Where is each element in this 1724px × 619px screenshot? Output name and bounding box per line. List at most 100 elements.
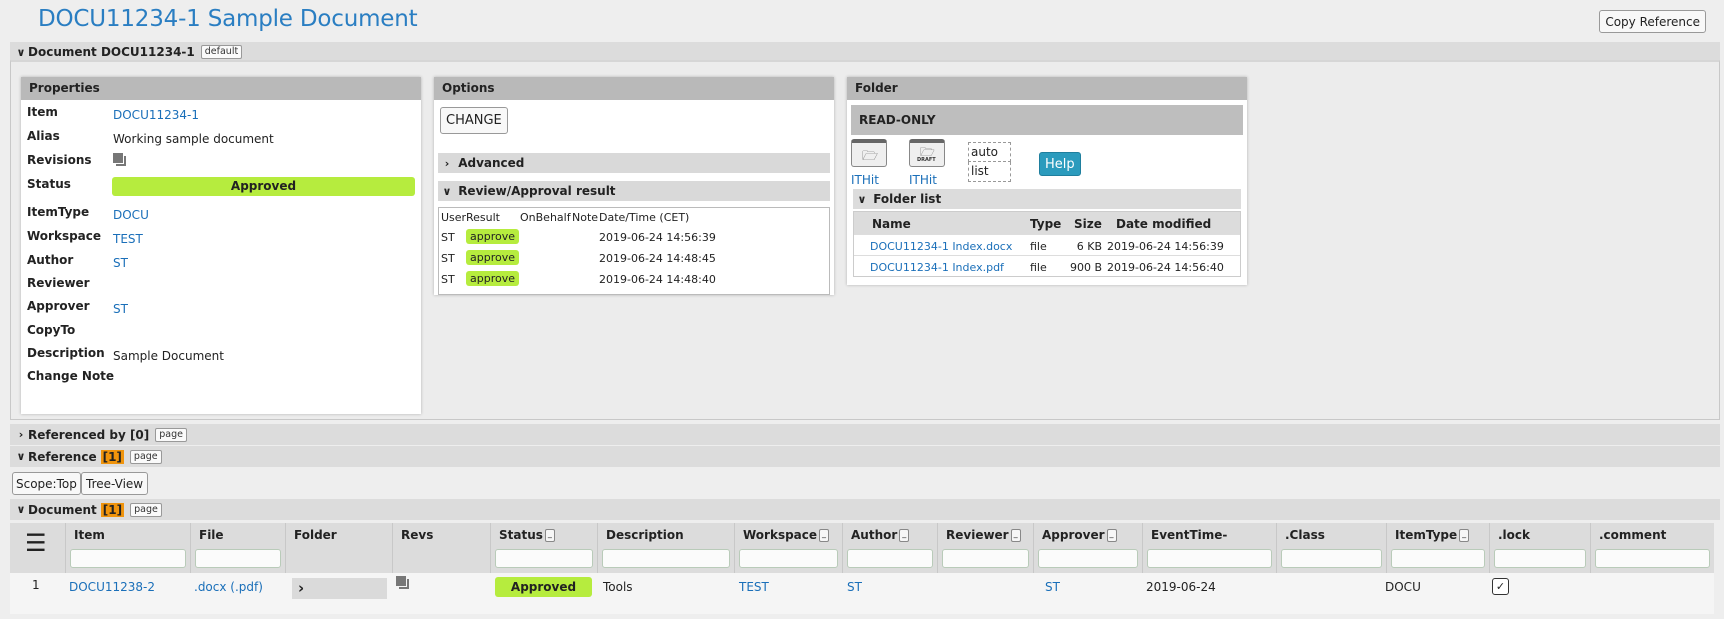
filter-input-approver[interactable] — [1038, 549, 1138, 568]
referenced-by-page-button[interactable]: page — [155, 427, 187, 442]
chevron-down-icon: ∨ — [857, 193, 867, 206]
row-eventtime: 2019-06-24 — [1146, 580, 1216, 594]
filter-input-comment[interactable] — [1595, 549, 1710, 568]
filter-input-author[interactable] — [847, 549, 933, 568]
draft-folder-button[interactable]: 🗁 DRAFT — [909, 139, 945, 167]
column-header-lock[interactable]: .lock — [1489, 523, 1590, 573]
column-header-comment[interactable]: .comment — [1590, 523, 1714, 573]
document-list-page-button[interactable]: page — [130, 502, 162, 517]
review-result-badge: approve — [466, 229, 519, 244]
column-header-class[interactable]: .Class — [1276, 523, 1386, 573]
filter-input-status[interactable] — [495, 549, 593, 568]
column-filter-toggle-button[interactable]: _ — [544, 529, 555, 542]
ithit-draft-link[interactable]: ITHit — [909, 173, 937, 187]
filter-input-itemtype[interactable] — [1391, 549, 1485, 568]
row-description: Tools — [603, 580, 633, 594]
row-item-link[interactable]: DOCU11238-2 — [69, 580, 155, 594]
ithit-link[interactable]: ITHit — [851, 173, 879, 187]
column-header-description[interactable]: Description — [597, 523, 734, 573]
column-label: Status _ — [499, 528, 555, 542]
column-header-approver[interactable]: Approver _ — [1033, 523, 1142, 573]
document-section-header[interactable]: ∨ Document DOCU11234-1 default — [10, 42, 1720, 62]
draft-badge: DRAFT — [917, 157, 936, 163]
review-user: ST — [441, 252, 455, 265]
row-workspace-link[interactable]: TEST — [739, 580, 769, 594]
column-header-author[interactable]: Author _ — [842, 523, 937, 573]
reference-section-header[interactable]: ∨ Reference [1] page — [10, 446, 1720, 467]
default-tag-button[interactable]: default — [200, 45, 243, 59]
property-label: Change Note — [27, 369, 115, 383]
folder-list-header[interactable]: ∨ Folder list — [853, 189, 1241, 209]
col-name: Name — [872, 217, 911, 231]
review-user: ST — [441, 231, 455, 244]
lock-checkbox[interactable]: ✓ — [1492, 578, 1509, 595]
column-filter-toggle-button[interactable]: _ — [1106, 529, 1117, 542]
column-filter-toggle-button[interactable]: _ — [819, 529, 830, 542]
column-header-eventtime[interactable]: EventTime- — [1142, 523, 1276, 573]
column-header-folder[interactable]: Folder — [285, 523, 392, 573]
filter-input-file[interactable] — [195, 549, 281, 568]
filter-input-item[interactable] — [70, 549, 186, 568]
folder-file-table: Name Type Size Date modified DOCU11234-1… — [853, 211, 1241, 277]
review-table: User Result OnBehalf Note Date/Time (CET… — [438, 207, 830, 295]
property-value-link[interactable]: DOCU11234-1 — [113, 108, 199, 122]
view-auto-option[interactable]: auto — [968, 142, 1011, 162]
column-header-reviewer[interactable]: Reviewer _ — [937, 523, 1033, 573]
column-header-workspace[interactable]: Workspace _ — [734, 523, 842, 573]
column-header-status[interactable]: Status _ — [490, 523, 597, 573]
tree-view-button[interactable]: Tree-View — [81, 472, 149, 495]
filter-input-eventtime[interactable] — [1147, 549, 1272, 568]
property-label: Description — [27, 346, 105, 360]
property-label: CopyTo — [27, 323, 76, 337]
column-filter-toggle-button[interactable]: _ — [899, 529, 910, 542]
property-label: Item — [27, 105, 58, 119]
col-note: Note — [572, 211, 599, 224]
review-section-header[interactable]: ∨ Review/Approval result — [438, 181, 830, 201]
property-value-link[interactable]: TEST — [113, 232, 143, 246]
row-approver-link[interactable]: ST — [1045, 580, 1060, 594]
scope-top-button[interactable]: Scope:Top — [12, 472, 81, 495]
file-date-modified: 2019-06-24 14:56:40 — [1107, 261, 1224, 274]
referenced-by-title: Referenced by [0] — [28, 427, 150, 442]
column-header-revs[interactable]: Revs — [392, 523, 490, 573]
copy-reference-button[interactable]: Copy Reference — [1599, 10, 1706, 33]
column-filter-toggle-button[interactable]: _ — [1459, 529, 1470, 542]
view-list-option[interactable]: list — [968, 162, 1011, 182]
file-name-link[interactable]: DOCU11234-1 Index.docx — [870, 240, 1012, 253]
filter-input-lock[interactable] — [1494, 549, 1586, 568]
filter-input-class[interactable] — [1281, 549, 1382, 568]
status-badge: Approved — [112, 177, 415, 196]
file-name-link[interactable]: DOCU11234-1 Index.pdf — [870, 261, 1004, 274]
reference-title: Reference — [28, 449, 97, 464]
property-value-link[interactable]: ST — [113, 256, 128, 270]
change-button[interactable]: CHANGE — [440, 107, 508, 134]
filter-input-workspace[interactable] — [739, 549, 838, 568]
revisions-icon[interactable] — [396, 576, 412, 592]
chevron-down-icon: ∨ — [442, 185, 452, 198]
column-label: ItemType _ — [1395, 528, 1470, 542]
grid-menu-cell[interactable]: ☰ — [10, 523, 65, 573]
property-value-link[interactable]: DOCU — [113, 208, 149, 222]
reference-page-button[interactable]: page — [129, 449, 162, 464]
folder-open-button[interactable]: 🗁 — [851, 139, 887, 167]
help-button[interactable]: Help — [1039, 152, 1081, 176]
file-size: 6 KB — [1076, 240, 1102, 253]
filter-input-description[interactable] — [602, 549, 730, 568]
menu-icon[interactable]: ☰ — [25, 531, 47, 555]
column-header-item[interactable]: Item — [65, 523, 190, 573]
row-file-link[interactable]: .docx (.pdf) — [194, 580, 263, 594]
document-list-section-header[interactable]: ∨ Document [1] page — [10, 499, 1720, 520]
column-filter-toggle-button[interactable]: _ — [1010, 529, 1021, 542]
col-user: User — [441, 211, 467, 224]
column-header-itemtype[interactable]: ItemType _ — [1386, 523, 1489, 573]
reference-count-badge: [1] — [100, 449, 124, 464]
referenced-by-section-header[interactable]: › Referenced by [0] page — [10, 424, 1720, 445]
column-header-file[interactable]: File — [190, 523, 285, 573]
property-value-link[interactable]: ST — [113, 302, 128, 316]
revisions-icon[interactable] — [113, 153, 129, 169]
row-folder-expand-button[interactable]: › — [292, 578, 387, 599]
property-value: Working sample document — [113, 132, 274, 146]
advanced-section-header[interactable]: › Advanced — [438, 153, 830, 173]
row-author-link[interactable]: ST — [847, 580, 862, 594]
filter-input-reviewer[interactable] — [942, 549, 1029, 568]
